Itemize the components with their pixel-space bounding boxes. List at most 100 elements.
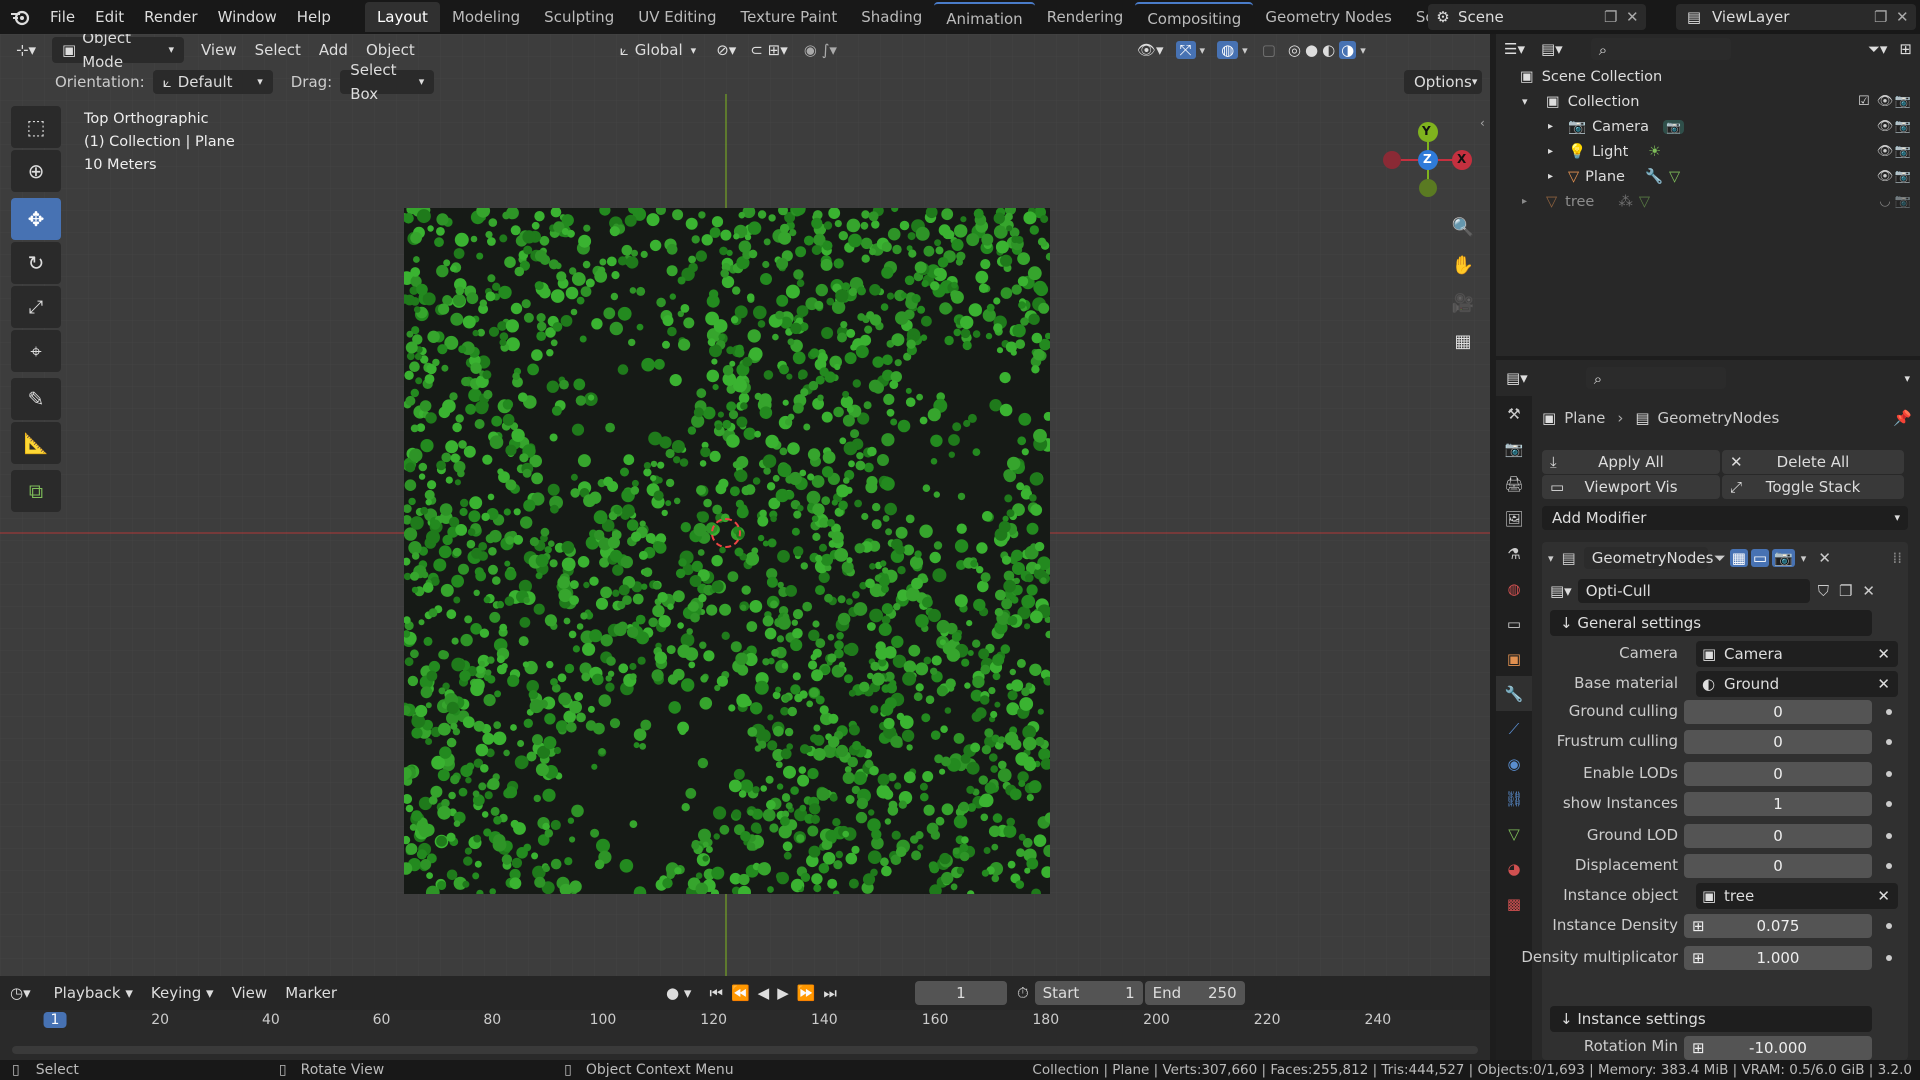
tab-texture[interactable]: ▩ (1496, 886, 1532, 921)
keyframe-dot-icon[interactable] (1886, 771, 1892, 777)
clear-icon[interactable]: ✕ (1877, 883, 1890, 909)
drag-handle-icon[interactable]: ⁞⁞ (1892, 549, 1902, 567)
menu-file[interactable]: File (40, 0, 85, 34)
orientation-setting-dropdown[interactable]: ⟀ Default ▾ (152, 70, 273, 94)
timeline-scrollbar[interactable] (12, 1046, 1478, 1054)
general-settings-header[interactable]: ↓ General settings (1550, 610, 1872, 636)
tab-shading[interactable]: Shading (849, 2, 934, 32)
outliner-editor-icon[interactable]: ☰▾ (1504, 40, 1525, 58)
expand-arrow-icon[interactable]: ▾ (1522, 95, 1538, 108)
mode-dropdown[interactable]: ▣ Object Mode ▾ (52, 34, 184, 71)
tool-cursor[interactable]: ⊕ (11, 150, 61, 192)
blender-logo-icon[interactable] (0, 0, 40, 34)
light-data-icon[interactable]: ☀ (1648, 144, 1661, 160)
tab-object[interactable]: ▣ (1496, 641, 1532, 676)
keyframe-dot-icon[interactable] (1886, 863, 1892, 869)
jump-end-icon[interactable]: ⏭ (823, 984, 837, 1002)
jump-start-icon[interactable]: ⏮ (709, 984, 723, 1002)
number-field[interactable]: 0 (1684, 700, 1872, 724)
menu-keying[interactable]: Keying ▾ (142, 984, 223, 1002)
menu-marker[interactable]: Marker (276, 984, 346, 1002)
tab-data[interactable]: ▽ (1496, 816, 1532, 851)
render-camera-icon[interactable]: 📷 (1894, 144, 1912, 159)
tab-uv-editing[interactable]: UV Editing (626, 2, 728, 32)
tool-transform[interactable]: ⌖ (11, 330, 61, 372)
tab-particles[interactable]: ⟋ (1496, 711, 1532, 746)
number-field[interactable]: 0 (1684, 730, 1872, 754)
object-field[interactable]: ◐ Ground ✕ (1696, 671, 1898, 697)
realtime-toggle-icon[interactable]: ▭ (1750, 549, 1770, 567)
tab-modeling[interactable]: Modeling (440, 2, 532, 32)
menu-select[interactable]: Select (246, 41, 310, 59)
pan-hand-icon[interactable]: ✋ (1446, 248, 1480, 282)
options-chevron-icon[interactable]: ▾ (1904, 372, 1910, 385)
drag-dropdown[interactable]: Select Box ▾ (340, 61, 435, 103)
overlays-toggle-icon[interactable]: ◍ (1217, 41, 1239, 59)
object-field[interactable]: ▣ Camera ✕ (1696, 641, 1898, 667)
eye-icon[interactable]: 👁 (1876, 144, 1894, 159)
remove-viewlayer-icon[interactable]: ✕ (1896, 8, 1916, 26)
expand-arrow-icon[interactable]: ▸ (1522, 196, 1538, 207)
tool-move[interactable]: ✥ (11, 198, 61, 240)
ortho-grid-icon[interactable]: ▦ (1446, 324, 1480, 358)
collapse-arrow-icon[interactable]: ▾ (1548, 552, 1554, 565)
edit-mode-toggle-icon[interactable]: ⏷ (1714, 549, 1726, 567)
outliner-item-tree[interactable]: ▸ ▽ tree ⁂ ▽ ◡ 📷 (1520, 189, 1920, 214)
properties-editor-icon[interactable]: ▤▾ (1506, 369, 1528, 387)
start-frame-field[interactable]: Start 1 (1034, 981, 1143, 1005)
end-frame-field[interactable]: End 250 (1144, 981, 1245, 1005)
jump-keyframe-back-icon[interactable]: ⏪ (731, 984, 750, 1002)
timeline-editor-icon[interactable]: ◷▾ (10, 984, 31, 1002)
modifier-wrench-icon[interactable]: 🔧 (1645, 168, 1663, 185)
tab-texture-paint[interactable]: Texture Paint (728, 2, 849, 32)
menu-edit[interactable]: Edit (85, 0, 134, 34)
keyframe-dot-icon[interactable] (1886, 955, 1892, 961)
editor-type-icon[interactable]: ⊹▾ (0, 41, 52, 59)
collapse-sidebar-icon[interactable]: ‹ (1480, 116, 1485, 130)
tool-select-box[interactable]: ⬚ (11, 106, 61, 148)
modifier-name-field[interactable]: GeometryNodes (1583, 547, 1713, 569)
tab-rendering[interactable]: Rendering (1035, 2, 1136, 32)
tab-animation[interactable]: Animation (934, 2, 1035, 32)
render-camera-icon[interactable]: 📷 (1894, 94, 1912, 109)
current-frame-field[interactable]: 1 (914, 981, 1007, 1005)
shading-wireframe-icon[interactable]: ◎ (1288, 41, 1301, 59)
keyframe-dot-icon[interactable] (1886, 709, 1892, 715)
remove-scene-icon[interactable]: ✕ (1626, 8, 1646, 26)
pivot-point-icon[interactable]: ⊘▾ (716, 41, 736, 59)
keyframe-dot-icon[interactable] (1886, 739, 1892, 745)
tab-geometry-nodes[interactable]: Geometry Nodes (1253, 2, 1404, 32)
tab-view-layer[interactable]: 🖼 (1496, 501, 1532, 536)
expand-arrow-icon[interactable]: ▸ (1548, 121, 1562, 132)
tab-output[interactable]: 🖨 (1496, 466, 1532, 501)
xray-icon[interactable]: ▢ (1262, 41, 1276, 59)
keyframe-dot-icon[interactable] (1886, 833, 1892, 839)
new-scene-icon[interactable]: ❐ (1604, 8, 1626, 26)
object-field[interactable]: ▣ tree ✕ (1696, 883, 1898, 909)
fake-user-shield-icon[interactable]: ⛉ (1818, 582, 1829, 600)
tab-physics[interactable]: ◉ (1496, 746, 1532, 781)
tab-constraints[interactable]: ⛓ (1496, 781, 1532, 816)
3d-viewport[interactable]: ⊹▾ ▣ Object Mode ▾ View Select Add Objec… (0, 34, 1490, 976)
expand-arrow-icon[interactable]: ▸ (1548, 146, 1562, 157)
checkbox-icon[interactable]: ☑ (1858, 94, 1876, 109)
node-tree-icon[interactable]: ▤▾ (1550, 582, 1572, 600)
current-frame-indicator[interactable]: 1 (43, 1012, 67, 1028)
render-toggle-icon[interactable]: 📷 (1772, 549, 1795, 567)
tab-compositing[interactable]: Compositing (1135, 2, 1254, 32)
unlink-icon[interactable]: ✕ (1862, 582, 1875, 600)
tab-layout[interactable]: Layout (364, 2, 440, 32)
tab-world[interactable]: ◍ (1496, 571, 1532, 606)
gizmo-dropdown-icon[interactable]: ▾ (1200, 44, 1206, 57)
delete-all-button[interactable]: ✕ Delete All (1722, 450, 1904, 474)
options-dropdown[interactable]: Options ▾ (1404, 70, 1482, 94)
outliner-item-plane[interactable]: ▸ ▽ Plane 🔧 ▽ 👁 📷 (1520, 164, 1920, 189)
eye-icon[interactable]: 👁 (1876, 94, 1894, 109)
filter-icon[interactable]: ⏷▾ (1868, 40, 1888, 58)
eye-icon[interactable]: 👁 (1876, 119, 1894, 134)
remove-modifier-icon[interactable]: ✕ (1818, 549, 1831, 567)
number-field[interactable]: 0 (1684, 824, 1872, 848)
rotation-min-field[interactable]: ⊞ -10.000 (1684, 1036, 1872, 1060)
instance-settings-header[interactable]: ↓ Instance settings (1550, 1006, 1872, 1032)
snap-icon[interactable]: ⊂ ⊞▾ (750, 41, 787, 59)
